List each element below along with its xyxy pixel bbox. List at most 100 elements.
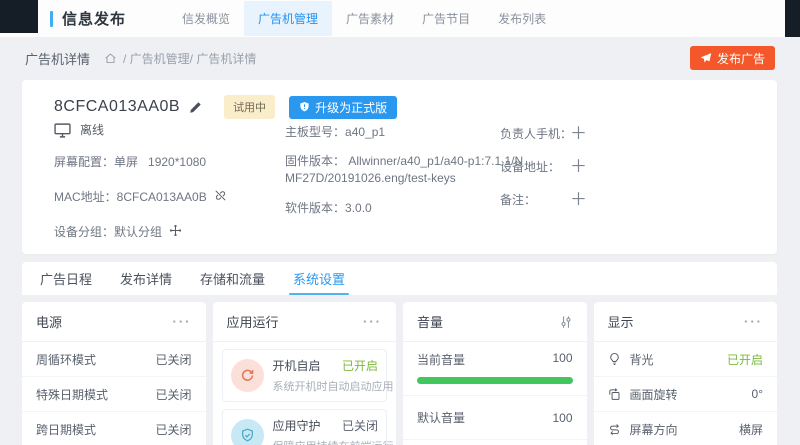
brand-accent-bar <box>50 11 53 27</box>
default-volume-value: 100 <box>552 411 572 425</box>
firmware-label: 固件版本： <box>285 154 345 168</box>
detail-tab-bar: 广告日程 发布详情 存储和流量 系统设置 <box>22 262 777 295</box>
screen-mode: 单屏 <box>114 154 138 170</box>
tab-storage-traffic[interactable]: 存储和流量 <box>186 262 279 295</box>
auto-start-title: 开机自启 <box>273 357 321 374</box>
nav-tab-device-manage[interactable]: 广告机管理 <box>244 1 332 36</box>
volume-slider[interactable] <box>417 377 573 384</box>
screen-resolution: 1920*1080 <box>148 154 206 170</box>
device-contact-column: 负责人手机： ＋ 设备地址： ＋ 备注： ＋ <box>500 126 680 225</box>
backlight-label: 背光 <box>630 351 654 368</box>
device-status-row: 离线 <box>54 122 269 138</box>
current-volume-row[interactable]: 当前音量 100 <box>403 342 587 396</box>
move-group-icon[interactable] <box>169 224 182 237</box>
rotate-icon <box>608 388 621 401</box>
display-card: 显示 ··· 背光 已开启 画面旋转 0° 屏幕方向 <box>594 302 778 445</box>
device-title-row: 8CFCA013AA0B 试用中 升级为正式版 <box>54 95 397 119</box>
top-navbar: 信息发布 信发概览 广告机管理 广告素材 广告节目 发布列表 <box>0 0 800 38</box>
settings-cards-row: 电源 ··· 周循环模式 已关闭 特殊日期模式 已关闭 跨日期模式 已关闭 应用… <box>22 302 777 445</box>
volume-sliders-icon[interactable] <box>559 315 573 329</box>
group-value: 默认分组 <box>114 224 162 240</box>
mac-value: 8CFCA013AA0B <box>117 189 207 205</box>
nav-tab-materials[interactable]: 广告素材 <box>332 1 408 36</box>
remark-label: 备注： <box>500 192 570 208</box>
publish-ad-button[interactable]: 发布广告 <box>690 46 775 70</box>
display-card-header: 显示 ··· <box>594 302 778 342</box>
window-corner-left <box>0 0 38 33</box>
volume-card-header: 音量 <box>403 302 587 342</box>
tab-publish-detail[interactable]: 发布详情 <box>106 262 186 295</box>
weekly-loop-mode-label: 周循环模式 <box>36 351 96 368</box>
app-guard-item[interactable]: 应用守护 已关闭 保障应用持续在前端运行 <box>222 409 388 445</box>
app-run-card-header: 应用运行 ··· <box>213 302 397 342</box>
default-volume-label: 默认音量 <box>417 409 465 426</box>
phone-label: 负责人手机： <box>500 126 570 142</box>
app-guard-icon <box>231 419 264 445</box>
rotation-value: 0° <box>752 387 763 401</box>
power-card-header: 电源 ··· <box>22 302 206 342</box>
nav-tab-programs[interactable]: 广告节目 <box>408 1 484 36</box>
volume-plan-row[interactable]: 音量计划 已关闭 <box>403 440 587 445</box>
app-guard-desc: 保障应用持续在前端运行 <box>273 438 379 445</box>
orientation-icon <box>608 423 621 436</box>
tab-system-settings[interactable]: 系统设置 <box>279 262 359 295</box>
power-card-menu-icon[interactable]: ··· <box>173 318 192 326</box>
device-group-row: 设备分组： 默认分组 <box>54 224 269 240</box>
breadcrumb: 广告机详情 / 广告机管理/ 广告机详情 <box>25 49 256 68</box>
device-id: 8CFCA013AA0B <box>54 98 180 116</box>
volume-card-title: 音量 <box>417 312 443 331</box>
edit-device-name-icon[interactable] <box>189 101 202 114</box>
board-model-row: 主板型号： a40_p1 <box>285 124 530 140</box>
auto-start-icon <box>231 359 264 392</box>
auto-start-status: 已开启 <box>342 357 378 374</box>
app-guard-title: 应用守护 <box>273 417 321 434</box>
display-card-title: 显示 <box>608 312 634 331</box>
add-remark-button[interactable]: ＋ <box>570 193 587 207</box>
cross-date-mode-status: 已关闭 <box>155 421 191 438</box>
backlight-row[interactable]: 背光 已开启 <box>594 342 778 377</box>
upgrade-button[interactable]: 升级为正式版 <box>289 96 397 119</box>
app-brand: 信息发布 <box>50 8 126 29</box>
home-icon[interactable] <box>104 52 117 65</box>
monitor-icon <box>54 123 71 138</box>
screen-config-label: 屏幕配置： <box>54 154 114 170</box>
cross-date-mode-label: 跨日期模式 <box>36 421 96 438</box>
device-status: 离线 <box>80 122 104 138</box>
special-date-mode-status: 已关闭 <box>155 386 191 403</box>
add-address-button[interactable]: ＋ <box>570 160 587 174</box>
nav-tab-publish-list[interactable]: 发布列表 <box>484 1 560 36</box>
firmware-row: 固件版本： Allwinner/a40_p1/a40-p1:7.1.1/NMF2… <box>285 153 530 187</box>
auto-start-item[interactable]: 开机自启 已开启 系统开机时自动启动应用 <box>222 349 388 402</box>
device-address-row: 设备地址： ＋ <box>500 159 680 175</box>
default-volume-row[interactable]: 默认音量 100 <box>403 396 587 440</box>
bulb-icon <box>608 352 621 366</box>
device-version-column: 主板型号： a40_p1 固件版本： Allwinner/a40_p1/a40-… <box>285 124 530 229</box>
breadcrumb-path: / 广告机管理/ 广告机详情 <box>123 50 256 67</box>
breadcrumb-row: 广告机详情 / 广告机管理/ 广告机详情 发布广告 <box>0 38 800 78</box>
shield-icon <box>299 101 310 113</box>
current-volume-label: 当前音量 <box>417 351 465 368</box>
special-date-mode-row[interactable]: 特殊日期模式 已关闭 <box>22 377 206 412</box>
paper-plane-icon <box>700 52 712 64</box>
app-title: 信息发布 <box>62 8 126 29</box>
mac-address-row: MAC地址： 8CFCA013AA0B <box>54 189 269 205</box>
nav-tab-overview[interactable]: 信发概览 <box>168 1 244 36</box>
owner-phone-row: 负责人手机： ＋ <box>500 126 680 142</box>
rotation-row[interactable]: 画面旋转 0° <box>594 377 778 412</box>
orientation-row[interactable]: 屏幕方向 横屏 <box>594 412 778 445</box>
software-value: 3.0.0 <box>345 200 372 216</box>
add-phone-button[interactable]: ＋ <box>570 127 587 141</box>
orientation-label: 屏幕方向 <box>630 421 678 438</box>
cross-date-mode-row[interactable]: 跨日期模式 已关闭 <box>22 412 206 445</box>
backlight-status: 已开启 <box>727 351 763 368</box>
app-run-card-menu-icon[interactable]: ··· <box>363 318 382 326</box>
unbind-icon[interactable] <box>214 189 227 202</box>
software-row: 软件版本： 3.0.0 <box>285 200 530 216</box>
app-guard-text: 应用守护 已关闭 保障应用持续在前端运行 <box>273 417 379 445</box>
volume-card: 音量 当前音量 100 默认音量 100 音量计划 已关闭 <box>403 302 587 445</box>
tab-ad-schedule[interactable]: 广告日程 <box>26 262 106 295</box>
display-card-menu-icon[interactable]: ··· <box>744 318 763 326</box>
board-value: a40_p1 <box>345 124 385 140</box>
weekly-loop-mode-row[interactable]: 周循环模式 已关闭 <box>22 342 206 377</box>
trial-status-badge: 试用中 <box>224 95 275 119</box>
